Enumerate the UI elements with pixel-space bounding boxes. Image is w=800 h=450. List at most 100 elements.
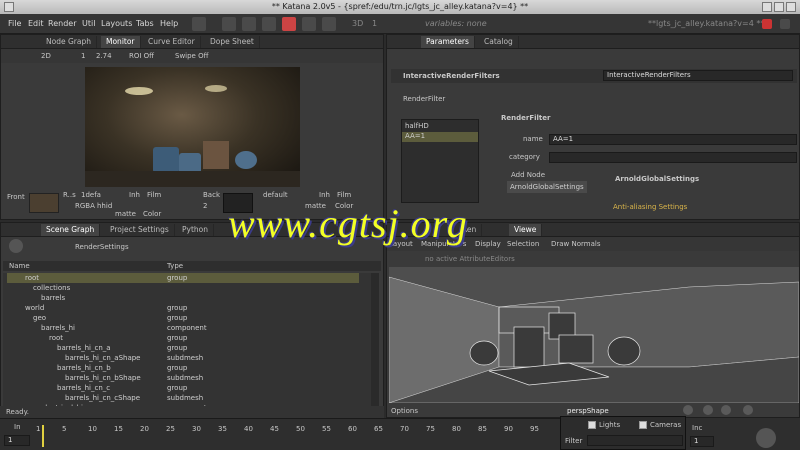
back-matte[interactable]: matte bbox=[305, 202, 326, 210]
stop-icon[interactable] bbox=[762, 19, 772, 29]
back-thumbnail[interactable] bbox=[223, 193, 253, 213]
roi-dropdown[interactable]: ROI Off bbox=[129, 52, 154, 60]
column-type[interactable]: Type bbox=[167, 262, 183, 270]
table-row[interactable]: barrels_hi_cn_b group bbox=[7, 363, 359, 373]
close-icon[interactable] bbox=[786, 2, 796, 12]
table-row[interactable]: root group bbox=[7, 273, 359, 283]
record-icon[interactable] bbox=[282, 17, 296, 31]
refresh-alt-icon[interactable] bbox=[242, 17, 256, 31]
arnold-node-item[interactable]: ArnoldGlobalSettings bbox=[507, 181, 587, 193]
table-row[interactable]: world group bbox=[7, 303, 359, 313]
menu-layouts[interactable]: Layouts bbox=[101, 19, 132, 28]
row-name: barrels_hi_cn_bShape bbox=[65, 374, 141, 382]
current-frame-marker[interactable] bbox=[42, 425, 44, 447]
table-row[interactable]: root group bbox=[7, 333, 359, 343]
window-icon[interactable] bbox=[780, 19, 790, 29]
front-text-2: 1defa bbox=[81, 191, 101, 199]
in-field[interactable]: 1 bbox=[4, 435, 30, 446]
menu-file[interactable]: File bbox=[8, 19, 21, 28]
tab-monitor[interactable]: Monitor bbox=[101, 36, 141, 48]
link-icon[interactable] bbox=[262, 17, 276, 31]
tab-project-settings[interactable]: Project Settings bbox=[105, 224, 175, 236]
table-row[interactable]: barrels_hi_cn_bShape subdmesh bbox=[7, 373, 359, 383]
variables-label[interactable]: variables: none bbox=[425, 19, 487, 28]
toolbar-number[interactable]: 1 bbox=[372, 19, 377, 28]
light-icon[interactable] bbox=[703, 405, 713, 415]
window-menu-icon[interactable] bbox=[4, 2, 14, 12]
table-row[interactable]: geo group bbox=[7, 313, 359, 323]
transform-icon[interactable] bbox=[743, 405, 753, 415]
table-row[interactable]: barrels_hi_cn_aShape subdmesh bbox=[7, 353, 359, 363]
eye-icon[interactable] bbox=[683, 405, 693, 415]
back-color[interactable]: Color bbox=[335, 202, 353, 210]
lights-label: Lights bbox=[599, 421, 621, 429]
name-field[interactable]: AA=1 bbox=[549, 134, 797, 145]
gear-icon[interactable] bbox=[721, 405, 731, 415]
menu-display[interactable]: Display bbox=[475, 240, 501, 248]
front-film[interactable]: Film bbox=[147, 191, 161, 199]
tab-parameters[interactable]: Parameters bbox=[421, 36, 475, 48]
tab-node-graph[interactable]: Node Graph bbox=[41, 36, 97, 48]
front-color[interactable]: Color bbox=[143, 210, 161, 218]
close-circle-icon[interactable] bbox=[9, 239, 23, 253]
cameras-checkbox[interactable] bbox=[639, 421, 647, 429]
menu-edit[interactable]: Edit bbox=[28, 19, 44, 28]
filter-item-halfhd[interactable]: halfHD bbox=[402, 122, 478, 132]
table-row[interactable]: barrels bbox=[7, 293, 359, 303]
refresh-icon[interactable] bbox=[222, 17, 236, 31]
frame-label[interactable]: 1 bbox=[81, 52, 85, 60]
menu-util[interactable]: Util bbox=[82, 19, 95, 28]
swipe-dropdown[interactable]: Swipe Off bbox=[175, 52, 208, 60]
options-button[interactable]: Options bbox=[391, 407, 418, 415]
column-name[interactable]: Name bbox=[9, 262, 30, 270]
3d-viewport[interactable] bbox=[389, 267, 799, 403]
table-row[interactable]: barrels_hi_cn_a group bbox=[7, 343, 359, 353]
category-label: category bbox=[509, 153, 540, 161]
anti-aliasing-section[interactable]: Anti-aliasing Settings bbox=[613, 203, 687, 211]
node-name-field[interactable]: InteractiveRenderFilters bbox=[603, 70, 793, 81]
tab-curve-editor[interactable]: Curve Editor bbox=[143, 36, 201, 48]
filter-input[interactable] bbox=[587, 435, 683, 446]
render-icon[interactable] bbox=[302, 17, 316, 31]
table-row[interactable]: barrels_hi_cn_cShape subdmesh bbox=[7, 393, 359, 403]
menu-layout[interactable]: Layout bbox=[389, 240, 413, 248]
menu-help[interactable]: Help bbox=[160, 19, 178, 28]
table-row[interactable]: collections bbox=[7, 283, 359, 293]
play-button[interactable] bbox=[756, 428, 776, 448]
menu-manipulators[interactable]: Manipulators bbox=[421, 240, 466, 248]
maximize-icon[interactable] bbox=[774, 2, 784, 12]
tab-scene-graph[interactable]: Scene Graph bbox=[41, 224, 101, 236]
tab-viewer[interactable]: Viewe bbox=[509, 224, 543, 236]
minimize-icon[interactable] bbox=[762, 2, 772, 12]
table-row[interactable]: barrels_hi component bbox=[7, 323, 359, 333]
menu-render[interactable]: Render bbox=[48, 19, 76, 28]
tab-catalog[interactable]: Catalog bbox=[479, 36, 519, 48]
tab-dope-sheet[interactable]: Dope Sheet bbox=[205, 36, 260, 48]
front-thumbnail[interactable] bbox=[29, 193, 59, 213]
front-matte[interactable]: matte bbox=[115, 210, 136, 218]
add-node-button[interactable]: Add Node bbox=[511, 171, 545, 179]
zoom-label[interactable]: 2D bbox=[41, 52, 51, 60]
gear-icon[interactable] bbox=[192, 17, 206, 31]
menu-draw-normals[interactable]: Draw Normals bbox=[551, 240, 600, 248]
table-row[interactable]: barrels_hi_cn_c group bbox=[7, 383, 359, 393]
lights-checkbox[interactable] bbox=[588, 421, 596, 429]
name-label: name bbox=[523, 135, 543, 143]
row-type: component bbox=[167, 324, 207, 332]
tab-python[interactable]: Python bbox=[177, 224, 214, 236]
back-inh[interactable]: Inh bbox=[319, 191, 330, 199]
inc-field[interactable]: 1 bbox=[690, 436, 714, 447]
viewer-icon[interactable] bbox=[322, 17, 336, 31]
three-d-label[interactable]: 3D bbox=[352, 19, 363, 28]
menu-tabs[interactable]: Tabs bbox=[136, 19, 154, 28]
ratio-label[interactable]: 2.74 bbox=[96, 52, 112, 60]
menu-selection[interactable]: Selection bbox=[507, 240, 539, 248]
tab-render[interactable]: Ren bbox=[457, 224, 483, 236]
filter-item-aa1[interactable]: AA=1 bbox=[402, 132, 478, 142]
front-inh[interactable]: Inh bbox=[129, 191, 140, 199]
scene-graph-scrollbar[interactable] bbox=[371, 273, 379, 413]
timeline-track[interactable]: 1 5 10 15 20 25 30 35 40 45 50 55 60 65 70 75 80 85 90 95 bbox=[36, 423, 556, 449]
camera-dropdown[interactable]: perspShape bbox=[567, 407, 609, 415]
category-field[interactable] bbox=[549, 152, 797, 163]
back-film[interactable]: Film bbox=[337, 191, 351, 199]
